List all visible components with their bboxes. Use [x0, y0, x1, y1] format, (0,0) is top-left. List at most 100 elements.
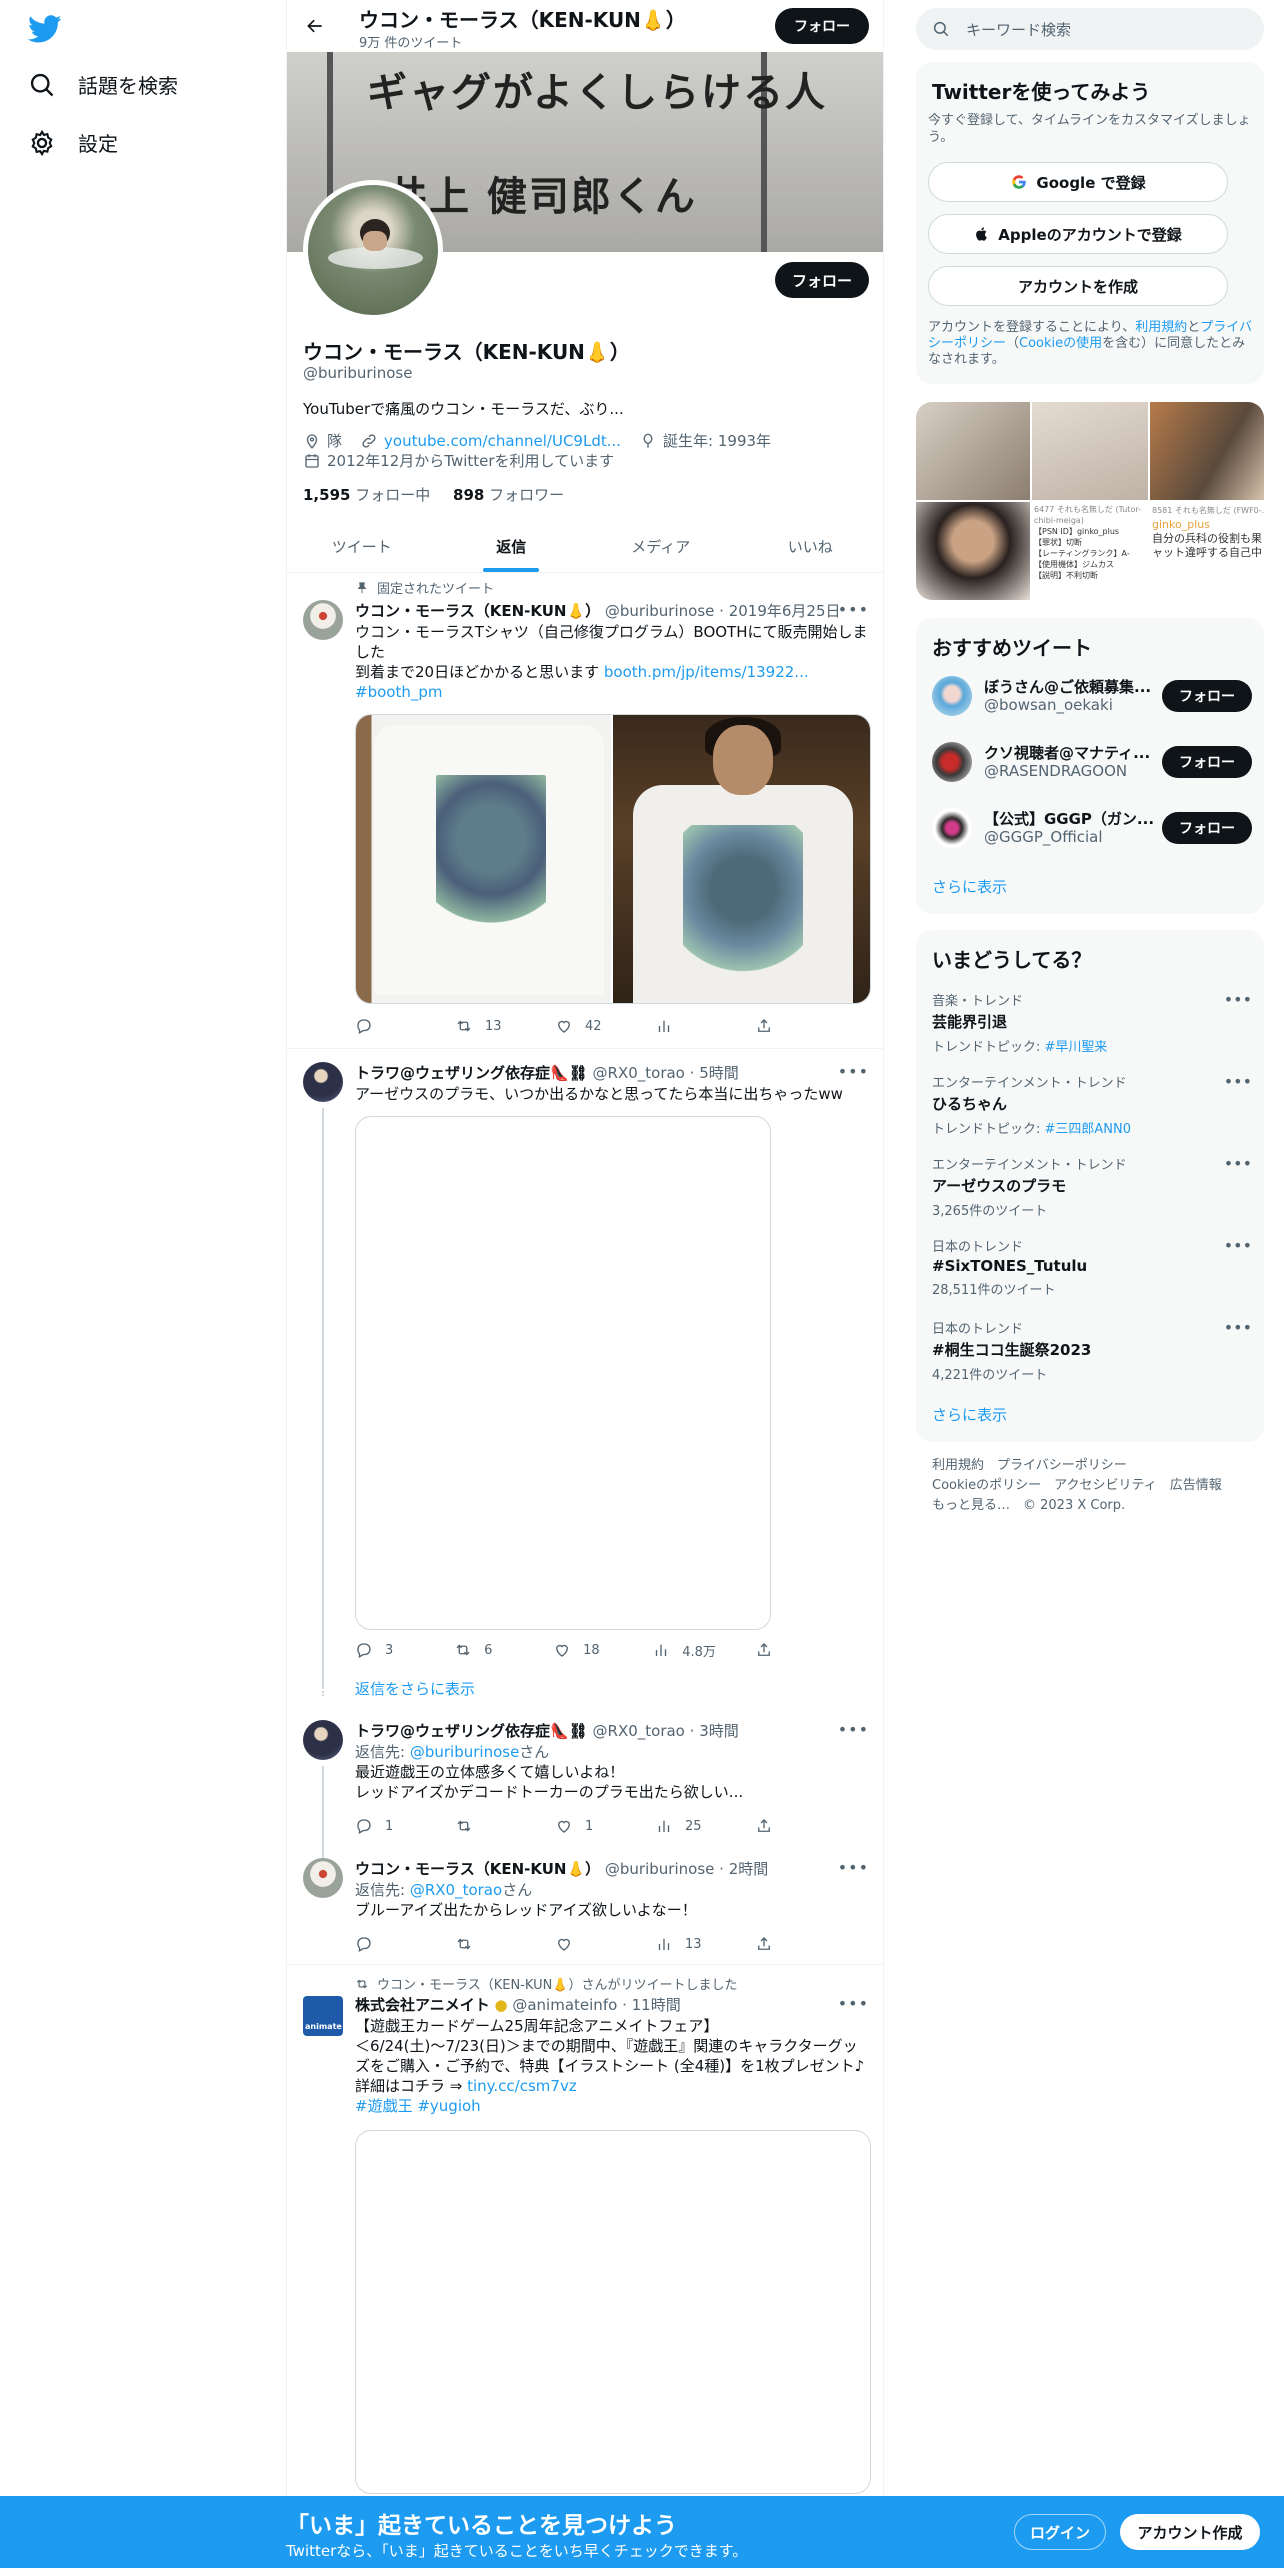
views-button[interactable]: 25 [655, 1816, 715, 1836]
tweet-reply-self[interactable]: ウコン・モーラス（KEN-KUN👃） @buriburinose · 2時間 •… [287, 1858, 883, 1958]
header-follow-button[interactable]: フォロー [775, 8, 869, 44]
more-icon[interactable]: ••• [838, 1062, 869, 1081]
hashtag-1[interactable]: #遊戯王 [355, 2097, 413, 2115]
recommended-show-more[interactable]: さらに表示 [932, 876, 1007, 897]
share-button[interactable] [755, 1640, 775, 1660]
tweet-time[interactable]: 11時間 [632, 1996, 681, 2014]
more-icon[interactable]: ••• [1224, 1236, 1252, 1255]
avatar[interactable] [303, 1996, 343, 2036]
more-icon[interactable]: ••• [1224, 990, 1252, 1009]
avatar[interactable] [932, 808, 972, 848]
media-thumb-3[interactable] [1150, 402, 1264, 500]
login-button[interactable]: ログイン [1014, 2514, 1106, 2550]
retweet-button[interactable] [455, 1934, 515, 1954]
profile-url[interactable]: youtube.com/channel/UC9Ldt... [384, 432, 621, 450]
share-button[interactable] [755, 1016, 775, 1036]
author-name[interactable]: ウコン・モーラス（KEN-KUN👃） [355, 602, 600, 620]
like-button[interactable]: 18 [553, 1640, 613, 1660]
avatar[interactable] [303, 1062, 343, 1102]
reply-button[interactable] [355, 1934, 415, 1954]
footer-line-3[interactable]: もっと見る… © 2023 X Corp. [932, 1496, 1222, 1516]
recommended-follow-button[interactable]: フォロー [1162, 746, 1252, 778]
tweet-retweeted[interactable]: ウコン・モーラス（KEN-KUN👃）さんがリツイートしました 株式会社アニメイト… [287, 1972, 883, 2494]
trend-item[interactable]: エンターテインメント・トレンド アーゼウスのプラモ 3,265件のツイート ••… [932, 1154, 1252, 1219]
share-button[interactable] [755, 1934, 775, 1954]
back-arrow-icon[interactable] [299, 10, 331, 42]
tab-media[interactable]: メディア [586, 520, 736, 572]
trend-item[interactable]: 日本のトレンド #桐生ココ生誕祭2023 4,221件のツイート ••• [932, 1318, 1252, 1383]
cookie-link[interactable]: Cookieの使用 [1019, 336, 1102, 351]
trend-item[interactable]: 日本のトレンド #SixTONES_Tutulu 28,511件のツイート ••… [932, 1236, 1252, 1298]
author-name[interactable]: ウコン・モーラス（KEN-KUN👃） [355, 1860, 600, 1878]
media-thumb-1[interactable] [916, 402, 1030, 500]
like-button[interactable]: 1 [555, 1816, 615, 1836]
recommended-follow-button[interactable]: フォロー [1162, 812, 1252, 844]
recommended-follow-button[interactable]: フォロー [1162, 680, 1252, 712]
tweet-time[interactable]: 5時間 [699, 1064, 739, 1082]
tab-replies[interactable]: 返信 [437, 520, 587, 572]
retweet-button[interactable]: 13 [455, 1016, 515, 1036]
avatar[interactable] [932, 742, 972, 782]
views-button[interactable]: 4.8万 [652, 1640, 716, 1660]
tweet-media-placeholder[interactable] [355, 2130, 871, 2494]
search-input[interactable]: キーワード検索 [966, 19, 1071, 40]
more-icon[interactable]: ••• [838, 600, 869, 619]
tweet-pinned[interactable]: 固定されたツイート ウコン・モーラス（KEN-KUN👃） @buriburino… [287, 574, 883, 1048]
tweet-reply-parent[interactable]: トラワ@ウェザリング依存症👠⛓ @RX0_torao · 5時間 ••• アーゼ… [287, 1058, 883, 1688]
more-icon[interactable]: ••• [838, 1720, 869, 1739]
tshirt-photo-1[interactable] [356, 715, 611, 1003]
nav-settings[interactable]: 設定 [28, 128, 118, 157]
avatar[interactable] [932, 676, 972, 716]
trends-show-more[interactable]: さらに表示 [932, 1404, 1007, 1425]
reply-button[interactable]: 1 [355, 1816, 415, 1836]
tweet-reply[interactable]: トラワ@ウェザリング依存症👠⛓ @RX0_torao · 3時間 ••• 返信先… [287, 1718, 883, 1862]
retweet-button[interactable]: 6 [454, 1640, 514, 1660]
hashtag-2[interactable]: #yugioh [417, 2097, 480, 2115]
avatar[interactable] [303, 600, 343, 640]
recommended-user[interactable]: ぼうさん@ご依頼募集... @bowsan_oekaki フォロー [932, 676, 1252, 720]
author-name[interactable]: トラワ@ウェザリング依存症👠⛓ [355, 1064, 588, 1082]
avatar[interactable] [303, 1720, 343, 1760]
like-button[interactable]: 42 [555, 1016, 615, 1036]
media-thumb-4[interactable] [916, 502, 1030, 600]
retweet-label[interactable]: ウコン・モーラス（KEN-KUN👃）さんがリツイートしました [377, 1974, 738, 1993]
tweet-time[interactable]: 3時間 [699, 1722, 739, 1740]
profile-follow-button[interactable]: フォロー [775, 262, 869, 298]
avatar[interactable] [303, 1858, 343, 1898]
tshirt-photo-2[interactable] [613, 715, 870, 1003]
tweet-media-placeholder[interactable] [355, 1116, 771, 1630]
retweet-button[interactable] [455, 1816, 515, 1836]
nav-explore[interactable]: 話題を検索 [28, 70, 178, 99]
media-thumb-2[interactable] [1032, 402, 1148, 500]
tweet-time[interactable]: 2時間 [729, 1860, 769, 1878]
twitter-logo-icon[interactable] [28, 12, 62, 46]
reply-to-handle[interactable]: @RX0_torao [410, 1881, 502, 1899]
tab-likes[interactable]: いいね [736, 520, 884, 572]
footer-line-1[interactable]: 利用規約 プライバシーポリシー [932, 1456, 1222, 1476]
search-box[interactable]: キーワード検索 [916, 8, 1264, 50]
media-thumb-6[interactable]: 8581 それも名無しだ (FWF0-... ginko_plus 自分の兵科の… [1150, 502, 1264, 600]
media-thumb-5[interactable]: 6477 それも名無しだ (Tutor-chibi-meiga) 【PSN ID… [1032, 502, 1148, 600]
like-button[interactable] [555, 1934, 615, 1954]
tweet-link[interactable]: tiny.cc/csm7vz [467, 2077, 577, 2095]
views-button[interactable] [655, 1016, 715, 1036]
reply-to-handle[interactable]: @buriburinose [410, 1743, 519, 1761]
tweet-hashtag[interactable]: #booth_pm [355, 682, 871, 702]
tweet-time[interactable]: 2019年6月25日 [729, 602, 841, 620]
tab-tweets[interactable]: ツイート [287, 520, 437, 572]
trend-extra-link[interactable]: #早川聖来 [1045, 1040, 1108, 1055]
more-icon[interactable]: ••• [838, 1858, 869, 1877]
tweet-media[interactable] [355, 714, 871, 1004]
followers-link[interactable]: 898 フォロワー [453, 486, 564, 504]
author-name[interactable]: トラワ@ウェザリング依存症👠⛓ [355, 1722, 588, 1740]
recommended-user[interactable]: クソ視聴者@マナティ... @RASENDRAGOON フォロー [932, 742, 1252, 786]
more-icon[interactable]: ••• [1224, 1072, 1252, 1091]
following-link[interactable]: 1,595 フォロー中 [303, 486, 430, 504]
recommended-user[interactable]: 【公式】GGGP（ガン... @GGGP_Official フォロー [932, 808, 1252, 852]
apple-signup-button[interactable]: Appleのアカウントで登録 [928, 214, 1228, 254]
reply-button[interactable] [355, 1016, 415, 1036]
tweet-link[interactable]: booth.pm/jp/items/13922... [604, 663, 809, 681]
more-icon[interactable]: ••• [1224, 1318, 1252, 1337]
trend-item[interactable]: エンターテインメント・トレンド ひるちゃん トレンドトピック: #三四郎ANN0… [932, 1072, 1252, 1137]
create-account-button[interactable]: アカウントを作成 [928, 266, 1228, 306]
